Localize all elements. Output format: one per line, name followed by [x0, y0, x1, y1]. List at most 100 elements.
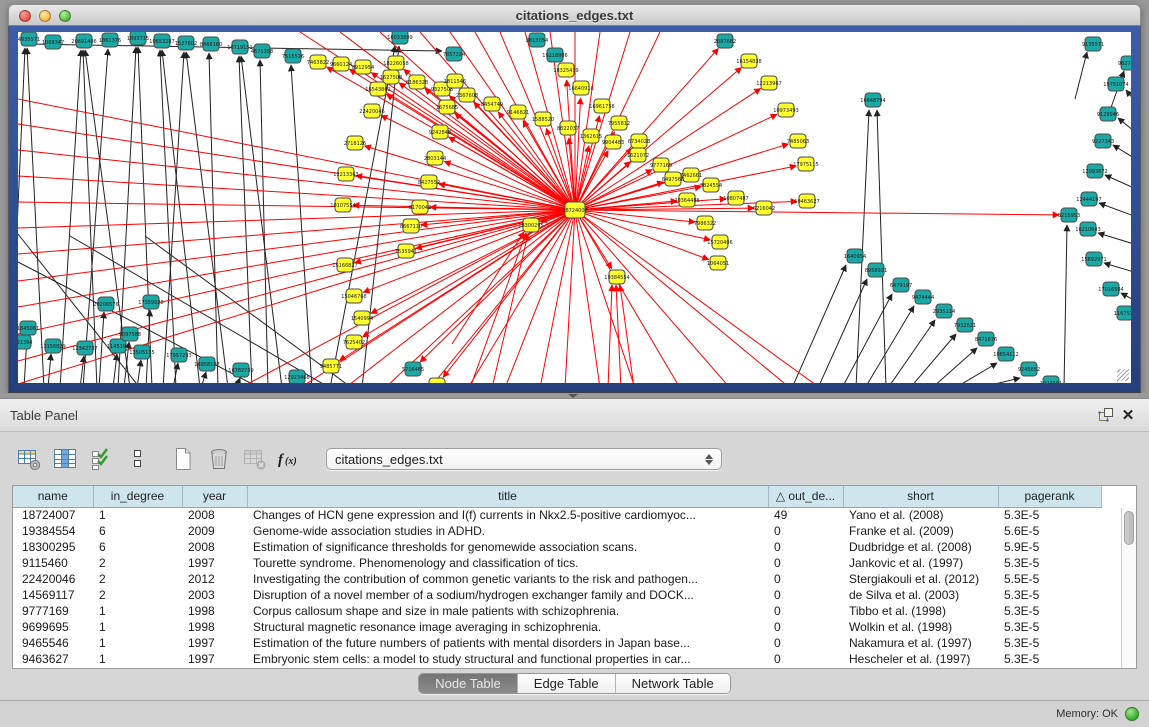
- graph-node[interactable]: 8912954: [352, 60, 374, 74]
- graph-node[interactable]: 15720406: [707, 235, 732, 249]
- graph-node[interactable]: 6216042: [753, 201, 775, 215]
- cell-year[interactable]: 1997: [182, 635, 247, 651]
- graph-node[interactable]: 9474444: [912, 290, 934, 304]
- cell-indeg[interactable]: 1: [93, 507, 182, 523]
- cell-name[interactable]: 18300295: [13, 539, 93, 555]
- table-row[interactable]: 1830029562008Estimation of significance …: [13, 539, 1101, 555]
- cell-name[interactable]: 18724007: [13, 507, 93, 523]
- cell-indeg[interactable]: 2: [93, 587, 182, 603]
- graph-node[interactable]: 1069347: [42, 35, 64, 49]
- column-header-4[interactable]: △ out_de...: [768, 486, 843, 507]
- graph-node[interactable]: 9777169: [650, 158, 672, 172]
- cell-indeg[interactable]: 6: [93, 539, 182, 555]
- graph-node[interactable]: 9904483: [602, 135, 624, 149]
- cell-short[interactable]: Jankovic et al. (1997): [843, 555, 998, 571]
- graph-node[interactable]: 8186328: [406, 75, 428, 89]
- cell-outdeg[interactable]: 0: [768, 555, 843, 571]
- graph-node[interactable]: 19218986: [542, 48, 567, 62]
- close-window-icon[interactable]: [19, 10, 31, 22]
- graph-node[interactable]: 9097588: [119, 327, 141, 341]
- function-builder-button[interactable]: f (x): [276, 444, 306, 474]
- graph-node[interactable]: 7857224: [443, 47, 465, 61]
- graph-node[interactable]: 17016504: [1098, 282, 1123, 296]
- table-row[interactable]: 911546021997Tourette syndrome. Phenomeno…: [13, 555, 1101, 571]
- cell-year[interactable]: 1997: [182, 651, 247, 667]
- delete-table-button[interactable]: [240, 444, 270, 474]
- graph-node[interactable]: 10107554: [330, 198, 355, 212]
- table-source-dropdown[interactable]: citations_edges.txt: [326, 448, 722, 470]
- graph-node[interactable]: 10973493: [773, 103, 798, 117]
- graph-node[interactable]: 7932621: [954, 318, 976, 332]
- graph-node[interactable]: 2087682: [714, 34, 736, 48]
- graph-node[interactable]: 12923468: [284, 370, 309, 383]
- table-row[interactable]: 946362711997Embryonic stem cells: a mode…: [13, 651, 1101, 667]
- cell-title[interactable]: Structural magnetic resonance image aver…: [247, 619, 768, 635]
- cell-indeg[interactable]: 2: [93, 571, 182, 587]
- cell-outdeg[interactable]: 0: [768, 539, 843, 555]
- graph-node[interactable]: 5716465: [402, 362, 424, 376]
- table-row[interactable]: 2242004622012Investigating the contribut…: [13, 571, 1101, 587]
- graph-node[interactable]: 2367608: [456, 88, 478, 102]
- cell-year[interactable]: 2003: [182, 587, 247, 603]
- cell-short[interactable]: Stergiakouli et al. (2012): [843, 571, 998, 587]
- graph-node[interactable]: 8667110: [400, 219, 422, 233]
- minimize-window-icon[interactable]: [39, 10, 51, 22]
- graph-node[interactable]: 1527602: [175, 36, 197, 50]
- unselect-columns-button[interactable]: [122, 444, 152, 474]
- table-scrollbar-thumb[interactable]: [1124, 511, 1134, 545]
- graph-node[interactable]: 8427552: [418, 175, 440, 189]
- cell-short[interactable]: Dudbridge et al. (2008): [843, 539, 998, 555]
- graph-node[interactable]: 1540994: [351, 311, 373, 325]
- cell-year[interactable]: 1997: [182, 555, 247, 571]
- citation-network-graph[interactable]: 4935571106934720691406186137618937151065…: [18, 32, 1131, 383]
- graph-node[interactable]: 1362615: [580, 129, 602, 143]
- column-header-5[interactable]: short: [843, 486, 998, 507]
- cell-name[interactable]: 9777169: [13, 603, 93, 619]
- graph-node[interactable]: 2718126: [344, 136, 366, 150]
- graph-node[interactable]: 16154838: [736, 54, 761, 68]
- graph-node[interactable]: 1588520: [532, 112, 554, 126]
- graph-node[interactable]: 4935571: [18, 32, 40, 46]
- column-header-3[interactable]: title: [247, 486, 768, 507]
- cell-name[interactable]: 9465546: [13, 635, 93, 651]
- graph-node[interactable]: 391394: [18, 335, 33, 349]
- graph-node[interactable]: 9135571: [1082, 37, 1104, 51]
- cell-pagerank[interactable]: 5.3E-5: [998, 507, 1101, 523]
- create-column-button[interactable]: [168, 444, 198, 474]
- column-header-2[interactable]: year: [182, 486, 247, 507]
- graph-node[interactable]: 4671358: [251, 44, 273, 58]
- graph-node[interactable]: 2935114: [933, 304, 955, 318]
- cell-name[interactable]: 19384554: [13, 523, 93, 539]
- cell-title[interactable]: Estimation of significance thresholds fo…: [247, 539, 768, 555]
- cell-outdeg[interactable]: 49: [768, 507, 843, 523]
- cell-outdeg[interactable]: 0: [768, 635, 843, 651]
- graph-node[interactable]: 16640910: [568, 81, 593, 95]
- graph-node[interactable]: 12213967: [756, 76, 781, 90]
- graph-node[interactable]: 18724007: [562, 202, 587, 218]
- cell-name[interactable]: 14569117: [13, 587, 93, 603]
- cell-indeg[interactable]: 6: [93, 523, 182, 539]
- cell-year[interactable]: 2008: [182, 539, 247, 555]
- graph-node[interactable]: 9660124: [330, 57, 352, 71]
- cell-year[interactable]: 2008: [182, 507, 247, 523]
- graph-node[interactable]: 6497568: [662, 172, 684, 186]
- graph-node[interactable]: 12444197: [1076, 192, 1101, 206]
- table-row[interactable]: 1872400712008Changes of HCN gene express…: [13, 507, 1101, 523]
- cell-short[interactable]: Hescheler et al. (1997): [843, 651, 998, 667]
- graph-node[interactable]: 1064051: [707, 256, 729, 270]
- cell-title[interactable]: Embryonic stem cells: a model to study s…: [247, 651, 768, 667]
- cell-indeg[interactable]: 2: [93, 555, 182, 571]
- graph-node[interactable]: 1924501: [1040, 376, 1062, 383]
- graph-node[interactable]: 8471676: [975, 332, 997, 346]
- cell-indeg[interactable]: 1: [93, 619, 182, 635]
- cell-name[interactable]: 22420046: [13, 571, 93, 587]
- graph-node[interactable]: 20691406: [71, 34, 96, 48]
- graph-node[interactable]: 8454749: [481, 97, 503, 111]
- graph-node[interactable]: 1675685: [436, 100, 458, 114]
- cell-outdeg[interactable]: 0: [768, 651, 843, 667]
- show-columns-button[interactable]: [50, 444, 80, 474]
- cell-short[interactable]: Nakamura et al. (1997): [843, 635, 998, 651]
- select-all-columns-button[interactable]: [86, 444, 116, 474]
- window-titlebar[interactable]: citations_edges.txt: [8, 4, 1141, 26]
- cell-outdeg[interactable]: 0: [768, 619, 843, 635]
